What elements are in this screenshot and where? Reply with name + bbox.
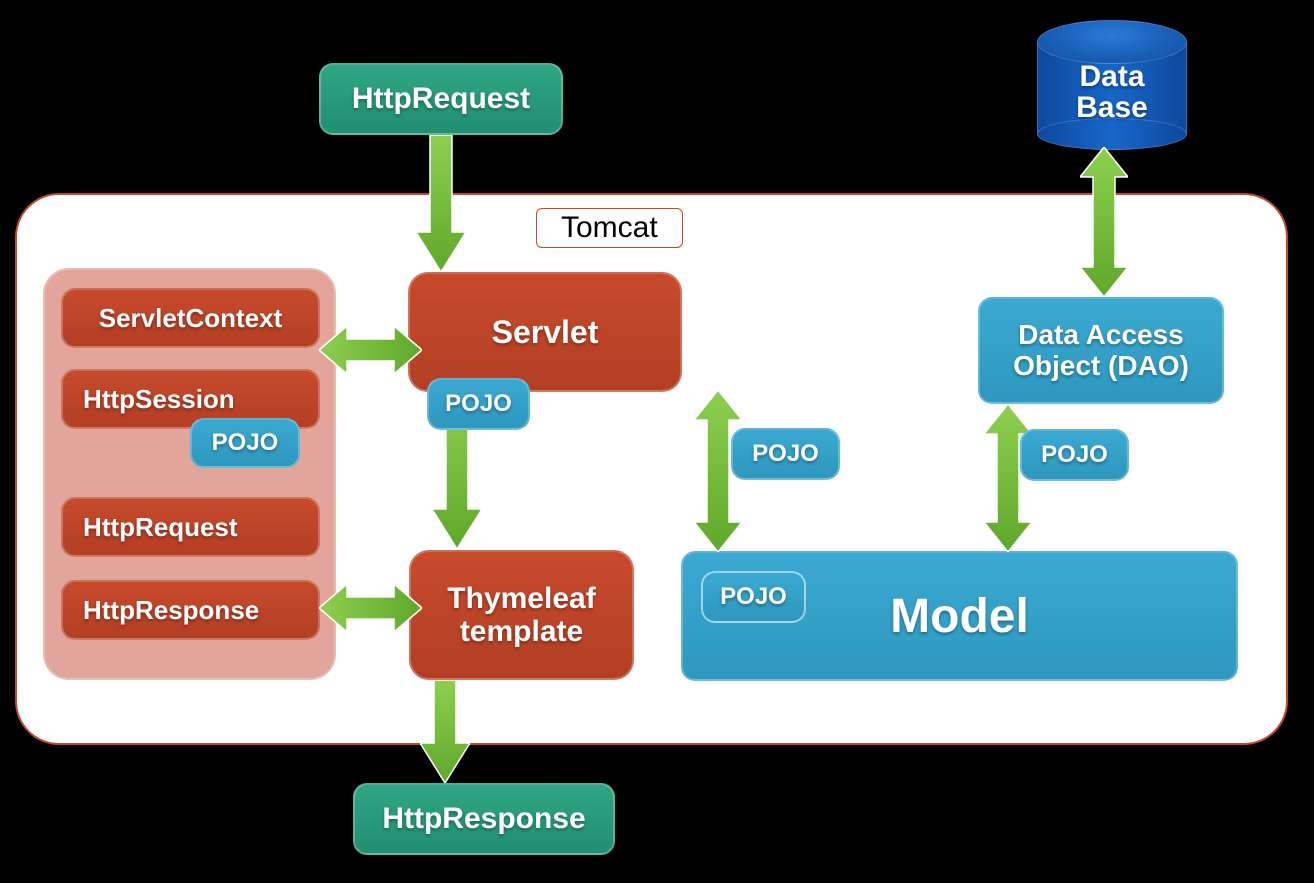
servlet-node: Servlet	[408, 272, 682, 392]
arrow-request-to-servlet	[416, 135, 466, 272]
arrow-thymeleaf-to-response	[420, 680, 470, 783]
thymeleaf-node: Thymeleaf template	[409, 550, 634, 680]
pojo-badge-session: POJO	[190, 418, 300, 468]
http-request-node: HttpRequest	[319, 63, 563, 135]
http-response-node: HttpResponse	[353, 783, 615, 855]
http-request-ctx-node: HttpRequest	[61, 497, 320, 557]
arrow-context-servlet	[319, 326, 422, 374]
pojo-badge-dao-model: POJO	[1020, 429, 1129, 481]
pojo-badge-servlet-model: POJO	[731, 428, 840, 480]
pojo-badge-servlet: POJO	[427, 378, 530, 430]
tomcat-label: Tomcat	[536, 208, 683, 248]
dao-node: Data Access Object (DAO)	[978, 297, 1224, 404]
database-node: Data Base	[1037, 20, 1187, 150]
pojo-badge-model: POJO	[701, 571, 806, 623]
http-response-ctx-node: HttpResponse	[61, 580, 320, 640]
servlet-context-node: ServletContext	[61, 288, 320, 348]
arrow-db-dao	[1080, 147, 1128, 297]
arrow-context-thymeleaf	[319, 584, 422, 632]
database-label: Data Base	[1037, 20, 1187, 150]
